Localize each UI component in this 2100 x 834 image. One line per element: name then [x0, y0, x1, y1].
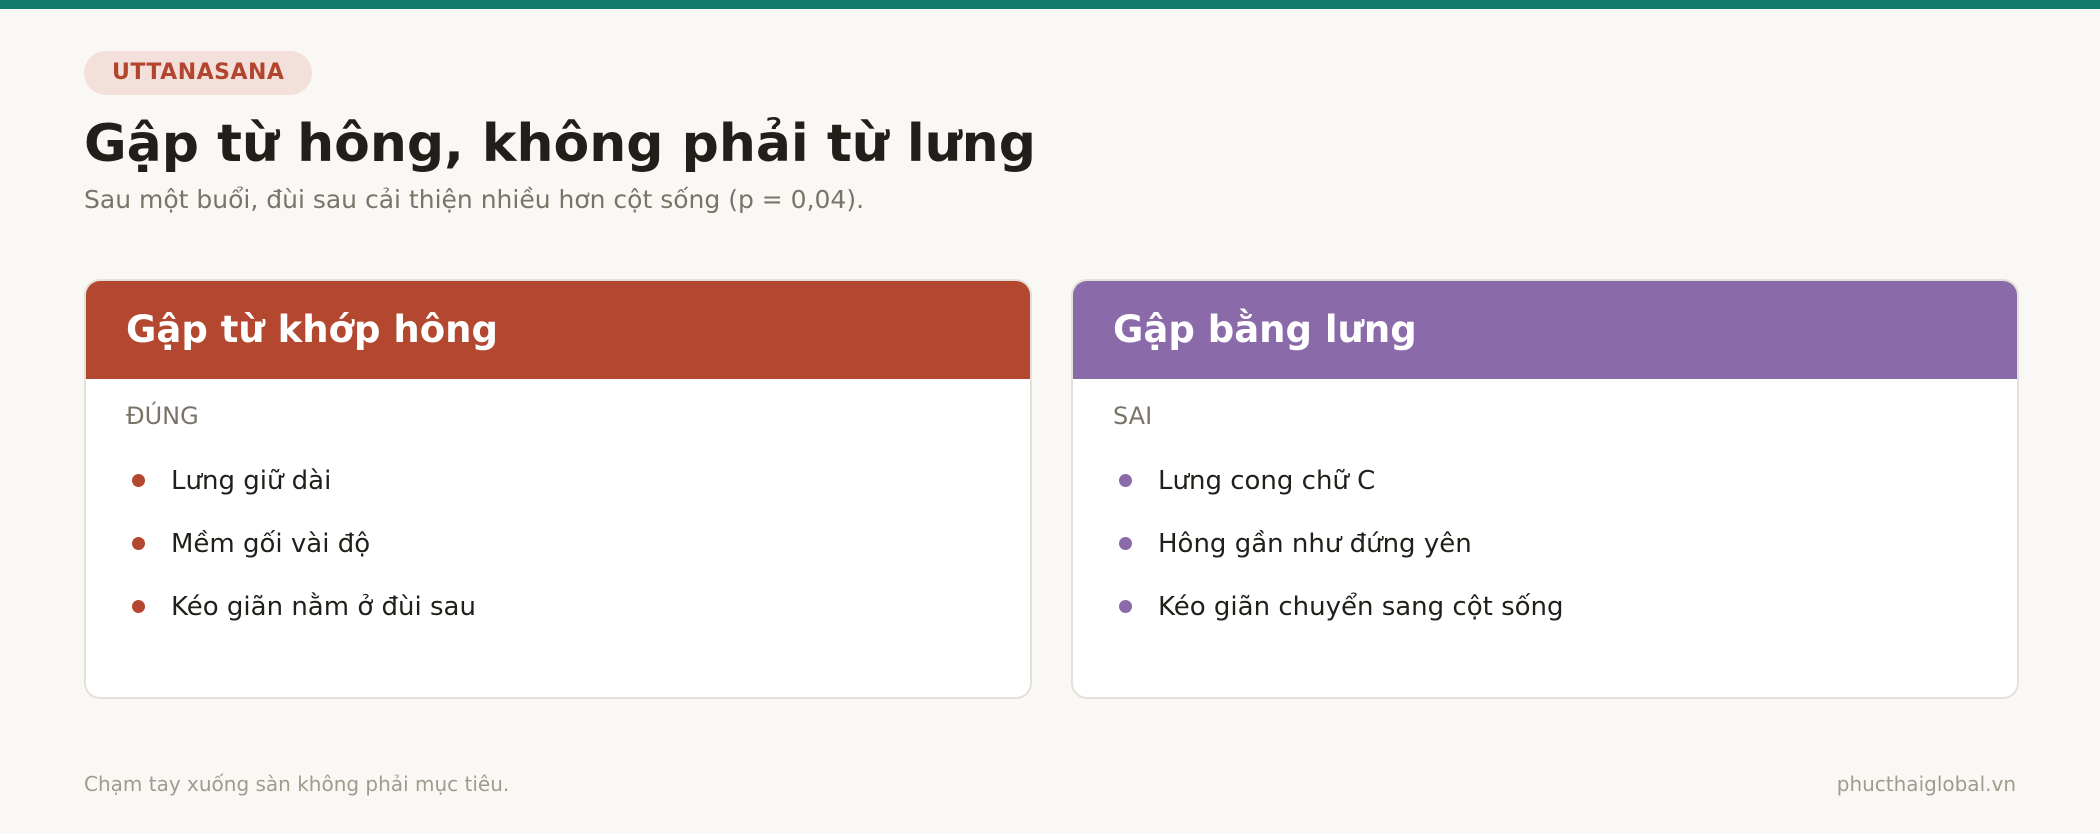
list-item-text: Kéo giãn nằm ở đùi sau [171, 591, 476, 622]
page-title: Gập từ hông, không phải từ lưng [84, 114, 1036, 174]
list-item: Mềm gối vài độ [126, 512, 990, 575]
card-incorrect: Gập bằng lưng SAI Lưng cong chữ C Hông g… [1071, 279, 2019, 699]
bullet-dot-icon [1119, 537, 1132, 550]
footer-site-link[interactable]: phucthaiglobal.vn [1837, 772, 2016, 796]
bullet-dot-icon [1119, 600, 1132, 613]
verdict-label: SAI [1113, 402, 1153, 430]
card-correct: Gập từ khớp hông ĐÚNG Lưng giữ dài Mềm g… [84, 279, 1032, 699]
top-accent-bar [0, 0, 2100, 9]
list-item: Kéo giãn chuyển sang cột sống [1113, 575, 1977, 638]
list-item-text: Kéo giãn chuyển sang cột sống [1158, 591, 1564, 622]
list-item-text: Lưng giữ dài [171, 465, 332, 496]
bullet-dot-icon [1119, 474, 1132, 487]
list-item: Lưng cong chữ C [1113, 449, 1977, 512]
list-item: Kéo giãn nằm ở đùi sau [126, 575, 990, 638]
list-item-text: Lưng cong chữ C [1158, 465, 1376, 496]
bullet-dot-icon [132, 600, 145, 613]
list-item-text: Hông gần như đứng yên [1158, 528, 1472, 559]
card-body: SAI Lưng cong chữ C Hông gần như đứng yê… [1073, 379, 2017, 638]
verdict-label: ĐÚNG [126, 402, 199, 430]
list-item: Lưng giữ dài [126, 449, 990, 512]
comparison-cards: Gập từ khớp hông ĐÚNG Lưng giữ dài Mềm g… [84, 279, 2019, 699]
card-body: ĐÚNG Lưng giữ dài Mềm gối vài độ Kéo giã… [86, 379, 1030, 638]
list-item-text: Mềm gối vài độ [171, 528, 371, 559]
card-header: Gập từ khớp hông [86, 281, 1030, 379]
content-container: UTTANASANA Gập từ hông, không phải từ lư… [84, 51, 2019, 699]
point-list: Lưng giữ dài Mềm gối vài độ Kéo giãn nằm… [126, 449, 990, 638]
page-subtitle: Sau một buổi, đùi sau cải thiện nhiều hơ… [84, 185, 865, 214]
footer-note: Chạm tay xuống sàn không phải mục tiêu. [84, 772, 510, 796]
bullet-dot-icon [132, 474, 145, 487]
point-list: Lưng cong chữ C Hông gần như đứng yên Ké… [1113, 449, 1977, 638]
card-header: Gập bằng lưng [1073, 281, 2017, 379]
list-item: Hông gần như đứng yên [1113, 512, 1977, 575]
bullet-dot-icon [132, 537, 145, 550]
pose-tag: UTTANASANA [84, 51, 313, 95]
